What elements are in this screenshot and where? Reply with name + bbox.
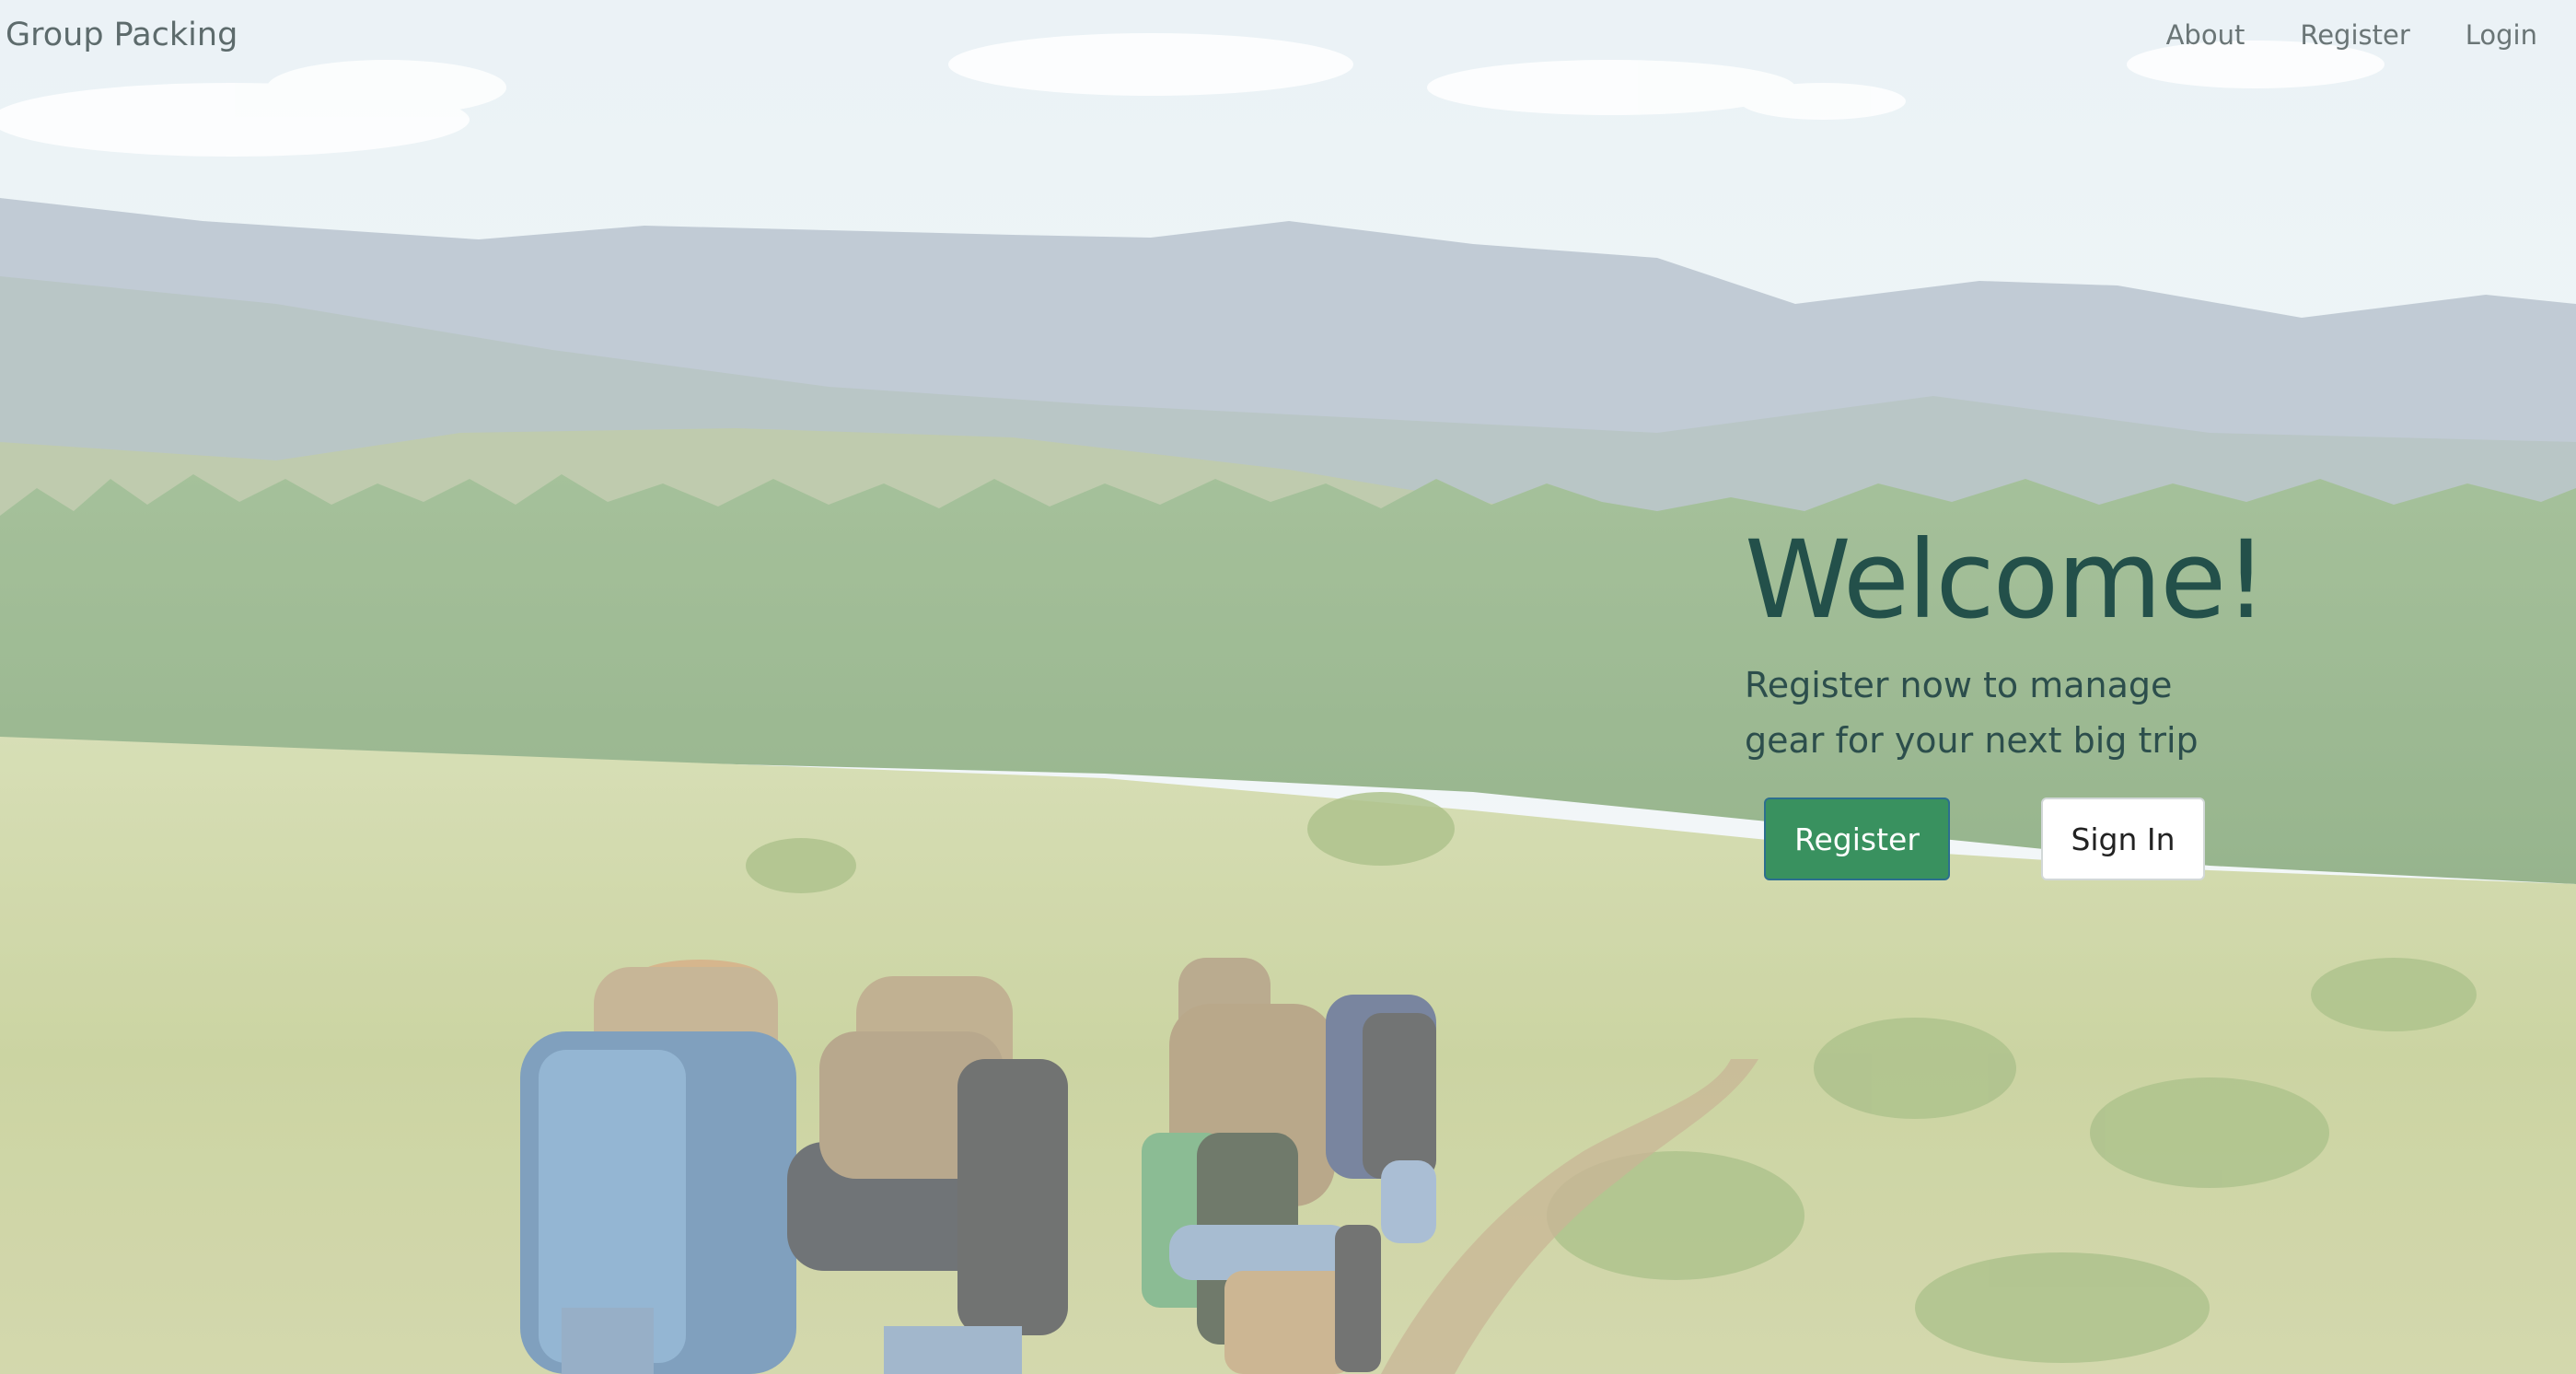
nav-link-about[interactable]: About [2166, 17, 2245, 53]
nav-link-register[interactable]: Register [2300, 17, 2409, 53]
landing-page: Group Packing About Register Login Welco… [0, 0, 2576, 1374]
nav-link-login[interactable]: Login [2466, 17, 2537, 53]
hero-subtitle: Register now to manage gear for your nex… [1745, 665, 2199, 761]
brand-logo-link[interactable]: Group Packing [6, 15, 238, 55]
hero-title: Welcome! [1745, 517, 2268, 643]
nav-links: About Register Login [2166, 17, 2537, 53]
register-button[interactable]: Register [1764, 798, 1950, 880]
hero-section: Welcome! Register now to manage gear for… [1745, 516, 2408, 882]
hero-buttons: Register Sign In [1745, 798, 2408, 882]
sign-in-button[interactable]: Sign In [2041, 798, 2205, 880]
top-navbar: Group Packing About Register Login [0, 0, 2576, 70]
